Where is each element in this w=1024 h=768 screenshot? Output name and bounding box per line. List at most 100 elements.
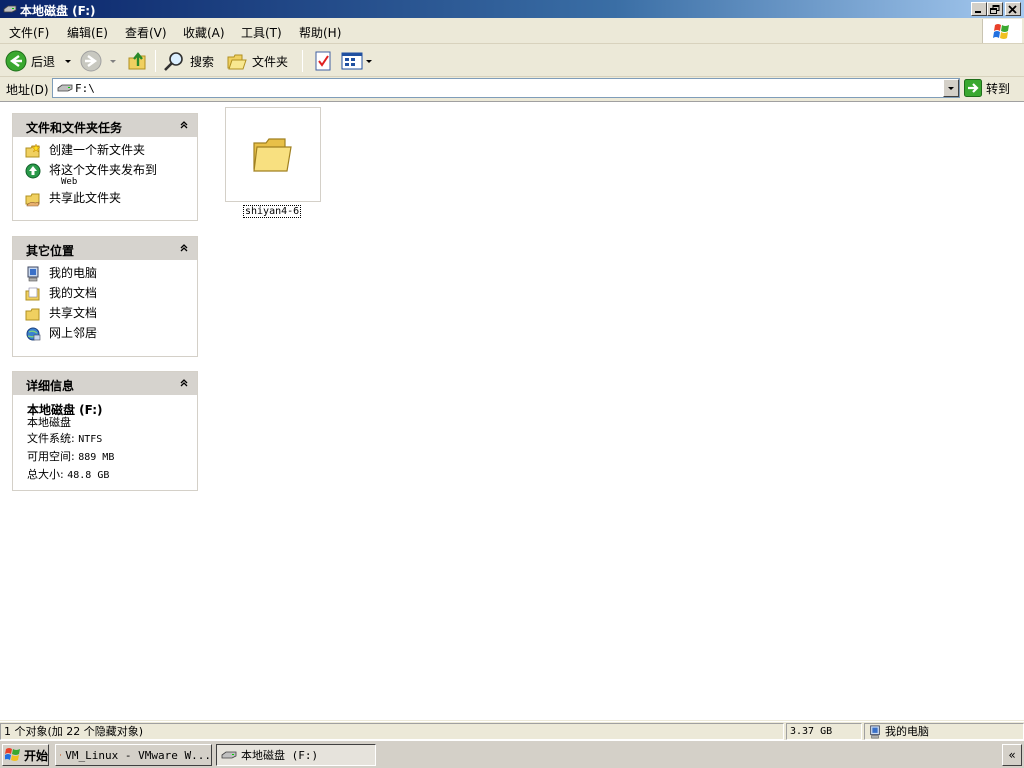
place-shared-documents[interactable]: 共享文档: [25, 306, 197, 326]
title-bar[interactable]: 本地磁盘 (F:): [0, 0, 1024, 18]
collapse-icon[interactable]: [179, 120, 189, 130]
folders-icon: [227, 54, 247, 70]
file-item-thumbnail[interactable]: [225, 107, 321, 202]
forward-dropdown-icon[interactable]: [110, 59, 116, 63]
details-title: 详细信息: [26, 379, 75, 393]
content-area[interactable]: 文件和文件夹任务 创建一个新文件夹 将这个文件夹发布到 Web 共享此文件夹 其…: [0, 101, 1024, 720]
taskbar: 开始 VM_Linux - VMware W... 本地磁盘 (F:) «: [0, 740, 1024, 768]
shared-documents-icon: [25, 308, 40, 321]
views-icon: [341, 52, 363, 70]
details-free-value: 889 MB: [78, 452, 115, 463]
menu-help[interactable]: 帮助(H): [299, 24, 341, 41]
publish-web-icon: [25, 163, 41, 179]
start-label: 开始: [24, 748, 49, 763]
place-network-label: 网上邻居: [49, 326, 98, 340]
folder-icon: [253, 138, 292, 172]
folder-options-button[interactable]: [312, 48, 334, 74]
go-button[interactable]: 转到: [964, 78, 1010, 98]
place-network[interactable]: 网上邻居: [25, 326, 197, 346]
status-bar: 1 个对象(加 22 个隐藏对象) 3.37 GB 我的电脑: [0, 721, 1024, 740]
other-places-pane: 其它位置 我的电脑 我的文档 共享文档 网上邻居: [12, 236, 198, 357]
details-fs-label: 文件系统:: [27, 432, 75, 445]
forward-button[interactable]: [80, 48, 116, 74]
explorer-window: 本地磁盘 (F:) 文件(F) 编辑(E) 查看(V) 收藏(A) 工具(T) …: [0, 0, 1024, 740]
details-header[interactable]: 详细信息: [13, 372, 197, 395]
status-objects: 1 个对象(加 22 个隐藏对象): [0, 723, 784, 740]
back-arrow-icon: [5, 50, 27, 72]
file-tasks-header[interactable]: 文件和文件夹任务: [13, 114, 197, 137]
new-folder-icon: [25, 143, 41, 158]
search-label: 搜索: [190, 54, 215, 69]
place-shared-documents-label: 共享文档: [49, 306, 98, 320]
menu-bar: 文件(F) 编辑(E) 查看(V) 收藏(A) 工具(T) 帮助(H): [0, 19, 1024, 44]
back-dropdown-icon[interactable]: [65, 59, 72, 63]
drive-icon: [3, 3, 17, 15]
details-total-value: 48.8 GB: [67, 470, 110, 481]
folders-label: 文件夹: [252, 54, 289, 69]
menu-favorites[interactable]: 收藏(A): [183, 24, 225, 41]
file-item-label[interactable]: shiyan4-6: [243, 205, 302, 218]
menu-edit[interactable]: 编辑(E): [67, 24, 108, 41]
details-type: 本地磁盘: [27, 416, 71, 429]
restore-button[interactable]: [987, 2, 1003, 16]
details-free-label: 可用空间:: [27, 450, 75, 463]
details-filesystem: 文件系统: NTFS: [27, 430, 197, 448]
details-total-label: 总大小:: [27, 468, 64, 481]
my-documents-icon: [25, 287, 40, 301]
other-places-title: 其它位置: [26, 244, 75, 258]
details-pane: 详细信息 本地磁盘 (F:) 本地磁盘 文件系统: NTFS 可用空间: 889…: [12, 371, 198, 491]
share-folder-icon: [25, 193, 40, 207]
taskbar-button-explorer[interactable]: 本地磁盘 (F:): [216, 744, 376, 766]
folders-button[interactable]: 文件夹: [226, 48, 288, 74]
details-name: 本地磁盘 (F:): [27, 403, 103, 417]
file-tasks-pane: 文件和文件夹任务 创建一个新文件夹 将这个文件夹发布到 Web 共享此文件夹: [12, 113, 198, 221]
collapse-icon[interactable]: [179, 378, 189, 388]
menu-file[interactable]: 文件(F): [9, 24, 49, 41]
back-button[interactable]: 后退: [5, 48, 72, 74]
views-button[interactable]: [340, 48, 372, 74]
close-button[interactable]: [1005, 2, 1021, 16]
search-icon: [164, 52, 183, 71]
details-fs-value: NTFS: [78, 434, 103, 445]
my-computer-icon: [27, 266, 39, 282]
checklist-icon: [315, 51, 331, 71]
taskbar-button-vmware-label: VM_Linux - VMware W...: [65, 748, 211, 762]
back-label: 后退: [31, 54, 56, 69]
place-my-computer[interactable]: 我的电脑: [25, 266, 197, 286]
chevron-down-icon: [948, 87, 954, 90]
toolbar-separator: [302, 50, 303, 72]
tray-expand-button[interactable]: «: [1002, 744, 1022, 766]
task-publish-web-label: 将这个文件夹发布到: [49, 163, 158, 177]
minimize-button[interactable]: [971, 2, 987, 16]
taskbar-button-vmware[interactable]: VM_Linux - VMware W...: [55, 744, 212, 766]
other-places-header[interactable]: 其它位置: [13, 237, 197, 260]
go-label: 转到: [986, 81, 1011, 96]
place-my-documents[interactable]: 我的文档: [25, 286, 197, 306]
task-share-folder[interactable]: 共享此文件夹: [25, 191, 197, 211]
my-computer-icon: [870, 725, 880, 739]
address-dropdown-button[interactable]: [943, 79, 959, 97]
address-input[interactable]: F:\: [52, 78, 960, 98]
vmware-icon: [60, 754, 62, 756]
taskbar-button-explorer-label: 本地磁盘 (F:): [241, 749, 319, 762]
start-button[interactable]: 开始: [2, 744, 49, 766]
task-new-folder[interactable]: 创建一个新文件夹: [25, 143, 197, 163]
drive-icon: [221, 751, 237, 759]
place-my-documents-label: 我的文档: [49, 286, 98, 300]
menu-view[interactable]: 查看(V): [125, 24, 167, 41]
place-my-computer-label: 我的电脑: [49, 266, 98, 280]
task-publish-web[interactable]: 将这个文件夹发布到 Web: [25, 163, 197, 191]
details-free-space: 可用空间: 889 MB: [27, 448, 197, 466]
toolbar: 后退 搜索 文件夹: [0, 45, 1024, 77]
status-zone: 我的电脑: [864, 723, 1024, 740]
drive-icon: [57, 84, 73, 92]
menu-tools[interactable]: 工具(T): [241, 24, 282, 41]
address-label: 地址(D): [6, 83, 49, 97]
search-button[interactable]: 搜索: [162, 48, 214, 74]
collapse-icon[interactable]: [179, 243, 189, 253]
up-folder-icon: [128, 52, 146, 70]
status-zone-label: 我的电脑: [885, 725, 929, 738]
toolbar-separator: [155, 50, 156, 72]
up-folder-button[interactable]: [127, 48, 149, 74]
windows-flag-icon: [5, 748, 20, 761]
